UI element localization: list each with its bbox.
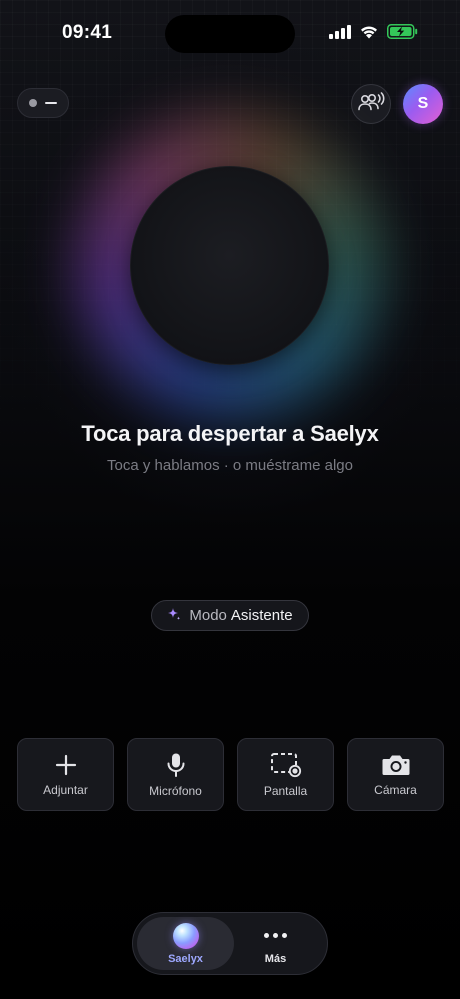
microphone-icon (164, 752, 188, 778)
people-broadcast-button[interactable] (351, 84, 391, 124)
status-dot-icon (29, 99, 37, 107)
mode-chip-prefix: Modo (189, 607, 227, 624)
avatar[interactable]: S (403, 84, 443, 124)
sparkle-icon (167, 607, 181, 625)
tab-saelyx[interactable]: Saelyx (137, 917, 234, 970)
cellular-signal-icon (329, 24, 351, 39)
saelyx-orb-icon (172, 922, 199, 949)
microphone-button[interactable]: Micrófono (127, 738, 224, 811)
dynamic-island (165, 15, 295, 53)
attach-button[interactable]: Adjuntar (17, 738, 114, 811)
bottom-tab-bar: Más Saelyx (132, 912, 328, 975)
status-toggle-button[interactable] (17, 88, 69, 118)
status-icons (329, 24, 418, 39)
screen-share-label: Pantalla (263, 783, 308, 798)
status-dash-icon (45, 101, 57, 105)
wake-subline: Toca y hablamos · o muéstrame algo (107, 457, 353, 474)
attach-label: Adjuntar (43, 782, 88, 797)
microphone-label: Micrófono (149, 783, 202, 798)
assistant-mode-chip[interactable]: Modo Asistente (151, 600, 309, 631)
wake-orb-button[interactable] (130, 166, 329, 365)
screen-record-icon (270, 752, 302, 778)
camera-button[interactable]: Cámara (347, 738, 444, 811)
people-broadcast-icon (357, 91, 385, 118)
more-dots-icon (264, 923, 287, 949)
tab-mas-label: Más (264, 952, 287, 965)
tab-mas[interactable]: Más (227, 917, 324, 970)
battery-charging-icon (387, 24, 418, 39)
camera-label: Cámara (374, 782, 417, 797)
status-time: 09:41 (62, 22, 113, 43)
wifi-icon (359, 24, 379, 39)
tab-saelyx-label: Saelyx (168, 952, 203, 965)
screen-share-button[interactable]: Pantalla (237, 738, 334, 811)
app-screen: 09:41 S Toca para despertar a Saelyx Toc… (0, 0, 460, 999)
action-buttons: Adjuntar Micrófono Pantalla Cámara (17, 738, 444, 811)
mode-chip-value: Asistente (230, 607, 293, 624)
camera-icon (381, 753, 411, 777)
wake-headline: Toca para despertar a Saelyx (81, 421, 379, 446)
plus-icon (54, 753, 78, 777)
